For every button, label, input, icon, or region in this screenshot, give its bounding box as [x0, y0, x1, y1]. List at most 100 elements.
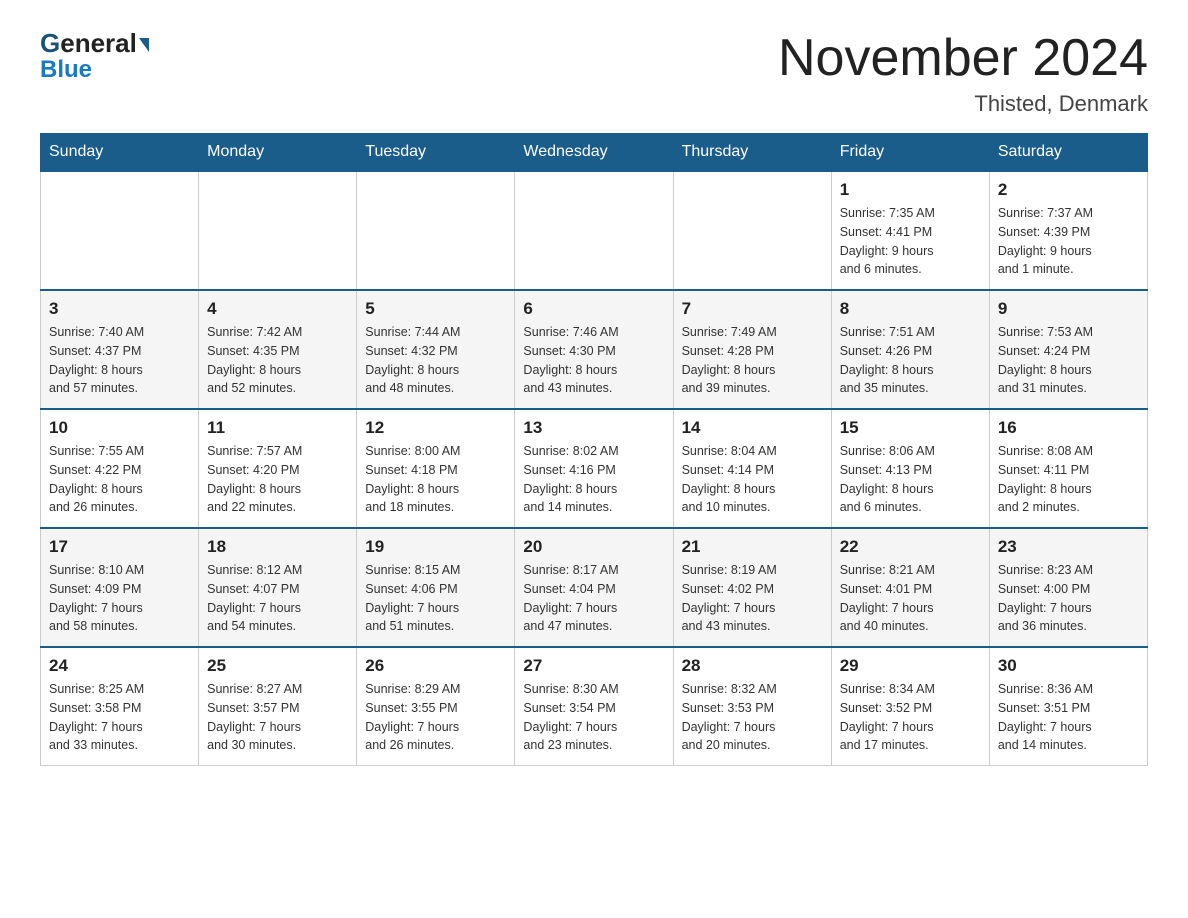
cell-w5-d2: 26 Sunrise: 8:29 AMSunset: 3:55 PMDayligh… [357, 647, 515, 766]
day-number: 26 [365, 656, 506, 676]
cell-w3-d1: 11Sunrise: 7:57 AMSunset: 4:20 PMDayligh… [199, 409, 357, 528]
cell-w1-d3 [515, 172, 673, 291]
cell-w3-d0: 10 Sunrise: 7:55 AMSunset: 4:22 PMDayligh… [41, 409, 199, 528]
day-info: Sunrise: 7:40 AMSunset: 4:37 PMDaylight:… [49, 323, 190, 398]
cell-w5-d0: 24Sunrise: 8:25 AMSunset: 3:58 PMDayligh… [41, 647, 199, 766]
day-info: Sunrise: 7:51 AMSunset: 4:26 PMDaylight:… [840, 323, 981, 398]
day-info: Sunrise: 8:04 AMSunset: 4:14 PMDaylight:… [682, 442, 823, 517]
day-number: 4 [207, 299, 348, 319]
day-info: Sunrise: 7:35 AMSunset: 4:41 PMDaylight:… [840, 204, 981, 279]
day-info: Sunrise: 7:53 AMSunset: 4:24 PMDaylight:… [998, 323, 1139, 398]
cell-w1-d6: 2 Sunrise: 7:37 AMSunset: 4:39 PMDaylight… [989, 172, 1147, 291]
cell-w4-d6: 23Sunrise: 8:23 AMSunset: 4:00 PMDayligh… [989, 528, 1147, 647]
day-info: Sunrise: 7:49 AMSunset: 4:28 PMDaylight:… [682, 323, 823, 398]
day-info: Sunrise: 7:46 AMSunset: 4:30 PMDaylight:… [523, 323, 664, 398]
day-info: Sunrise: 8:10 AMSunset: 4:09 PMDaylight:… [49, 561, 190, 636]
day-number: 9 [998, 299, 1139, 319]
day-info: Sunrise: 8:32 AMSunset: 3:53 PMDaylight:… [682, 680, 823, 755]
day-number: 28 [682, 656, 823, 676]
cell-w4-d4: 21Sunrise: 8:19 AMSunset: 4:02 PMDayligh… [673, 528, 831, 647]
day-number: 13 [523, 418, 664, 438]
week-row-4: 17 Sunrise: 8:10 AMSunset: 4:09 PMDayligh… [41, 528, 1148, 647]
cell-w1-d5: 1 Sunrise: 7:35 AMSunset: 4:41 PMDaylight… [831, 172, 989, 291]
cell-w3-d4: 14 Sunrise: 8:04 AMSunset: 4:14 PMDayligh… [673, 409, 831, 528]
day-info: Sunrise: 7:42 AMSunset: 4:35 PMDaylight:… [207, 323, 348, 398]
day-number: 6 [523, 299, 664, 319]
day-info: Sunrise: 8:08 AMSunset: 4:11 PMDaylight:… [998, 442, 1139, 517]
day-number: 1 [840, 180, 981, 200]
day-number: 21 [682, 537, 823, 557]
header-monday: Monday [199, 133, 357, 172]
calendar-table: Sunday Monday Tuesday Wednesday Thursday… [40, 133, 1148, 766]
day-number: 8 [840, 299, 981, 319]
day-number: 12 [365, 418, 506, 438]
week-row-2: 3 Sunrise: 7:40 AMSunset: 4:37 PMDaylight… [41, 290, 1148, 409]
cell-w2-d3: 6 Sunrise: 7:46 AMSunset: 4:30 PMDaylight… [515, 290, 673, 409]
cell-w4-d1: 18 Sunrise: 8:12 AMSunset: 4:07 PMDayligh… [199, 528, 357, 647]
month-year-title: November 2024 [778, 30, 1148, 87]
cell-w5-d6: 30Sunrise: 8:36 AMSunset: 3:51 PMDayligh… [989, 647, 1147, 766]
cell-w2-d0: 3 Sunrise: 7:40 AMSunset: 4:37 PMDaylight… [41, 290, 199, 409]
cell-w2-d1: 4 Sunrise: 7:42 AMSunset: 4:35 PMDaylight… [199, 290, 357, 409]
cell-w4-d3: 20 Sunrise: 8:17 AMSunset: 4:04 PMDayligh… [515, 528, 673, 647]
day-number: 11 [207, 418, 348, 438]
day-number: 30 [998, 656, 1139, 676]
day-number: 20 [523, 537, 664, 557]
day-info: Sunrise: 8:21 AMSunset: 4:01 PMDaylight:… [840, 561, 981, 636]
day-number: 5 [365, 299, 506, 319]
header-sunday: Sunday [41, 133, 199, 172]
header-friday: Friday [831, 133, 989, 172]
cell-w5-d4: 28 Sunrise: 8:32 AMSunset: 3:53 PMDayligh… [673, 647, 831, 766]
day-number: 3 [49, 299, 190, 319]
cell-w2-d4: 7 Sunrise: 7:49 AMSunset: 4:28 PMDaylight… [673, 290, 831, 409]
cell-w5-d1: 25 Sunrise: 8:27 AMSunset: 3:57 PMDayligh… [199, 647, 357, 766]
day-info: Sunrise: 8:27 AMSunset: 3:57 PMDaylight:… [207, 680, 348, 755]
logo-general-text: General [40, 30, 149, 56]
week-row-3: 10 Sunrise: 7:55 AMSunset: 4:22 PMDayligh… [41, 409, 1148, 528]
cell-w2-d6: 9 Sunrise: 7:53 AMSunset: 4:24 PMDaylight… [989, 290, 1147, 409]
day-number: 7 [682, 299, 823, 319]
cell-w5-d3: 27Sunrise: 8:30 AMSunset: 3:54 PMDayligh… [515, 647, 673, 766]
day-info: Sunrise: 8:02 AMSunset: 4:16 PMDaylight:… [523, 442, 664, 517]
day-number: 10 [49, 418, 190, 438]
header-saturday: Saturday [989, 133, 1147, 172]
day-info: Sunrise: 8:17 AMSunset: 4:04 PMDaylight:… [523, 561, 664, 636]
day-info: Sunrise: 8:30 AMSunset: 3:54 PMDaylight:… [523, 680, 664, 755]
cell-w3-d5: 15 Sunrise: 8:06 AMSunset: 4:13 PMDayligh… [831, 409, 989, 528]
day-number: 14 [682, 418, 823, 438]
day-info: Sunrise: 8:15 AMSunset: 4:06 PMDaylight:… [365, 561, 506, 636]
day-info: Sunrise: 7:44 AMSunset: 4:32 PMDaylight:… [365, 323, 506, 398]
day-info: Sunrise: 8:29 AMSunset: 3:55 PMDaylight:… [365, 680, 506, 755]
page-header: General Blue November 2024 Thisted, Denm… [40, 30, 1148, 117]
cell-w2-d5: 8 Sunrise: 7:51 AMSunset: 4:26 PMDaylight… [831, 290, 989, 409]
cell-w4-d5: 22Sunrise: 8:21 AMSunset: 4:01 PMDayligh… [831, 528, 989, 647]
cell-w3-d2: 12 Sunrise: 8:00 AMSunset: 4:18 PMDayligh… [357, 409, 515, 528]
logo: General Blue [40, 30, 149, 82]
day-number: 29 [840, 656, 981, 676]
day-number: 17 [49, 537, 190, 557]
day-info: Sunrise: 7:37 AMSunset: 4:39 PMDaylight:… [998, 204, 1139, 279]
header-thursday: Thursday [673, 133, 831, 172]
day-info: Sunrise: 8:00 AMSunset: 4:18 PMDaylight:… [365, 442, 506, 517]
day-number: 15 [840, 418, 981, 438]
day-info: Sunrise: 7:55 AMSunset: 4:22 PMDaylight:… [49, 442, 190, 517]
weekday-header-row: Sunday Monday Tuesday Wednesday Thursday… [41, 133, 1148, 172]
day-number: 25 [207, 656, 348, 676]
day-info: Sunrise: 8:34 AMSunset: 3:52 PMDaylight:… [840, 680, 981, 755]
cell-w1-d0 [41, 172, 199, 291]
day-number: 2 [998, 180, 1139, 200]
cell-w3-d6: 16 Sunrise: 8:08 AMSunset: 4:11 PMDayligh… [989, 409, 1147, 528]
cell-w1-d4 [673, 172, 831, 291]
logo-blue-text: Blue [40, 58, 92, 82]
cell-w4-d0: 17 Sunrise: 8:10 AMSunset: 4:09 PMDayligh… [41, 528, 199, 647]
day-number: 18 [207, 537, 348, 557]
week-row-5: 24Sunrise: 8:25 AMSunset: 3:58 PMDayligh… [41, 647, 1148, 766]
week-row-1: 1 Sunrise: 7:35 AMSunset: 4:41 PMDaylight… [41, 172, 1148, 291]
cell-w1-d1 [199, 172, 357, 291]
day-info: Sunrise: 8:12 AMSunset: 4:07 PMDaylight:… [207, 561, 348, 636]
location-subtitle: Thisted, Denmark [778, 91, 1148, 117]
cell-w2-d2: 5 Sunrise: 7:44 AMSunset: 4:32 PMDaylight… [357, 290, 515, 409]
day-info: Sunrise: 8:06 AMSunset: 4:13 PMDaylight:… [840, 442, 981, 517]
day-info: Sunrise: 8:25 AMSunset: 3:58 PMDaylight:… [49, 680, 190, 755]
day-number: 16 [998, 418, 1139, 438]
